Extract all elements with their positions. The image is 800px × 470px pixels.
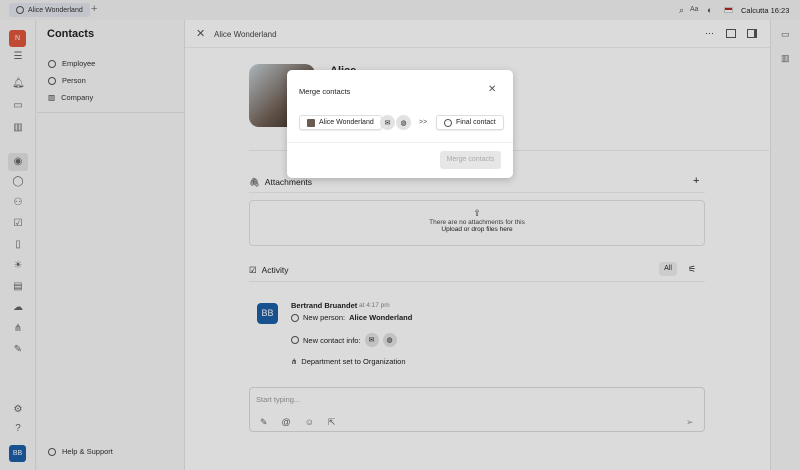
contact-avatar bbox=[307, 118, 315, 127]
dialog-title: Merge contacts bbox=[299, 87, 351, 96]
merge-arrow: >> bbox=[419, 119, 428, 126]
email-icon[interactable]: ✉ bbox=[380, 115, 395, 130]
source-contact-button[interactable]: Alice Wonderland bbox=[299, 115, 382, 130]
final-contact-button[interactable]: Final contact bbox=[436, 115, 504, 130]
person-icon bbox=[444, 118, 452, 127]
merge-contacts-dialog: Merge contacts ✕ Alice Wonderland ✉ ◍ >>… bbox=[287, 70, 513, 178]
merge-contacts-button[interactable]: Merge contacts bbox=[440, 151, 501, 169]
close-icon[interactable]: ✕ bbox=[488, 84, 496, 95]
globe-icon[interactable]: ◍ bbox=[396, 115, 411, 130]
divider bbox=[287, 142, 513, 143]
